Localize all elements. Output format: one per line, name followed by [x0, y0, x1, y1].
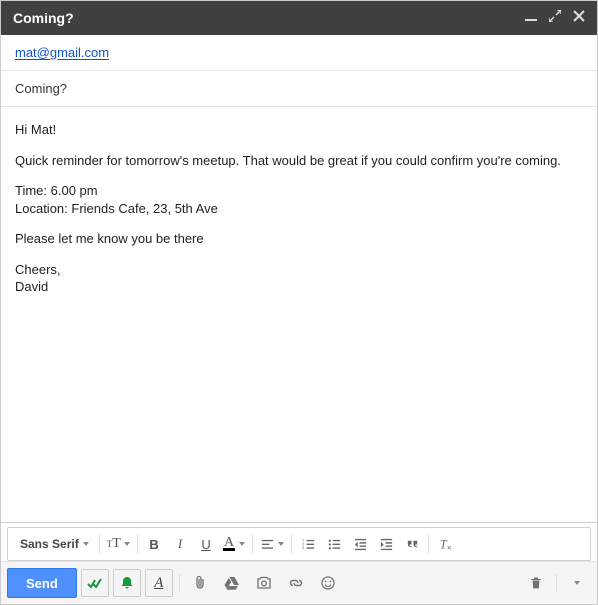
- clear-format-button[interactable]: T✕: [433, 532, 457, 556]
- body-line: Quick reminder for tomorrow's meetup. Th…: [15, 152, 583, 170]
- format-bar: Sans Serif TT B I U A 123 T✕: [7, 527, 591, 561]
- chevron-down-icon: [83, 542, 89, 546]
- to-field[interactable]: mat@gmail.com: [1, 35, 597, 71]
- chevron-down-icon: [278, 542, 284, 546]
- window-controls: [525, 9, 585, 27]
- body-line: Please let me know you be there: [15, 230, 583, 248]
- quote-button[interactable]: [400, 532, 424, 556]
- popout-icon[interactable]: [549, 9, 561, 27]
- text-color-button[interactable]: A: [220, 532, 248, 556]
- subject-text: Coming?: [15, 81, 67, 96]
- minimize-icon[interactable]: [525, 9, 537, 27]
- close-icon[interactable]: [573, 9, 585, 27]
- font-size-button[interactable]: TT: [104, 532, 133, 556]
- font-family-select[interactable]: Sans Serif: [14, 537, 95, 551]
- underline-button[interactable]: U: [194, 532, 218, 556]
- bottom-bar: Send A: [1, 561, 597, 604]
- bold-button[interactable]: B: [142, 532, 166, 556]
- bullet-list-button[interactable]: [322, 532, 346, 556]
- chevron-down-icon: [239, 542, 245, 546]
- numbered-list-button[interactable]: 123: [296, 532, 320, 556]
- svg-text:✕: ✕: [446, 545, 452, 552]
- tracking-check-icon[interactable]: [81, 569, 109, 597]
- attach-icon[interactable]: [186, 569, 214, 597]
- body-line: Time: 6.00 pm Location: Friends Cafe, 23…: [15, 182, 583, 217]
- drive-icon[interactable]: [218, 569, 246, 597]
- more-options-button[interactable]: [563, 569, 591, 597]
- toolbar-wrap: Sans Serif TT B I U A 123 T✕ Send A: [1, 522, 597, 604]
- chevron-down-icon: [574, 581, 580, 585]
- format-toggle-button[interactable]: A: [145, 569, 173, 597]
- body-line: Cheers, David: [15, 261, 583, 296]
- compose-header: Coming?: [1, 1, 597, 35]
- window-title: Coming?: [13, 10, 525, 26]
- svg-text:3: 3: [302, 546, 304, 550]
- recipient-chip[interactable]: mat@gmail.com: [15, 45, 109, 60]
- delete-icon[interactable]: [522, 569, 550, 597]
- chevron-down-icon: [124, 542, 130, 546]
- emoji-icon[interactable]: [314, 569, 342, 597]
- reminder-bell-icon[interactable]: [113, 569, 141, 597]
- subject-field[interactable]: Coming?: [1, 71, 597, 107]
- photo-icon[interactable]: [250, 569, 278, 597]
- send-button[interactable]: Send: [7, 568, 77, 598]
- indent-less-button[interactable]: [348, 532, 372, 556]
- align-button[interactable]: [257, 532, 288, 556]
- body-line: Hi Mat!: [15, 121, 583, 139]
- italic-button[interactable]: I: [168, 532, 192, 556]
- indent-more-button[interactable]: [374, 532, 398, 556]
- message-body[interactable]: Hi Mat! Quick reminder for tomorrow's me…: [1, 107, 597, 522]
- link-icon[interactable]: [282, 569, 310, 597]
